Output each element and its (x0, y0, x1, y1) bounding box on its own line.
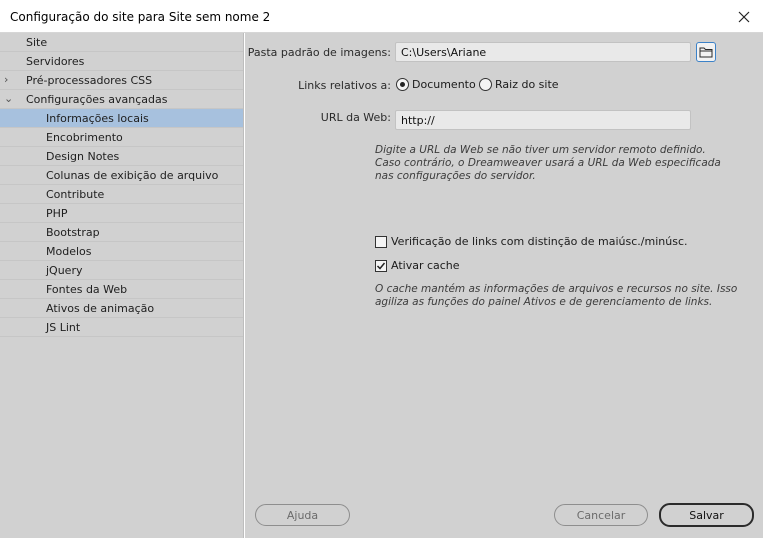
sidebar-item-label: Design Notes (46, 150, 120, 163)
sidebar-item-label: Ativos de animação (46, 302, 155, 315)
sidebar-item-label: jQuery (46, 264, 83, 277)
sidebar-item-label: Encobrimento (46, 131, 123, 144)
sidebar-item-animation-assets[interactable]: Ativos de animação (0, 299, 243, 318)
sidebar-item-templates[interactable]: Modelos (0, 242, 243, 261)
chevron-right-icon[interactable]: › (4, 74, 14, 86)
browse-folder-button[interactable] (696, 42, 716, 62)
sidebar-item-js-lint[interactable]: JS Lint (0, 318, 243, 337)
save-button[interactable]: Salvar (659, 503, 754, 527)
sidebar-item-file-view-columns[interactable]: Colunas de exibição de arquivo (0, 166, 243, 185)
sidebar-item-advanced-settings[interactable]: ⌄ Configurações avançadas (0, 90, 243, 109)
title-bar: Configuração do site para Site sem nome … (0, 0, 763, 33)
case-sensitive-checkbox-label: Verificação de links com distinção de ma… (391, 235, 688, 248)
enable-cache-checkbox[interactable]: Ativar cache (375, 259, 460, 272)
sidebar-item-label: JS Lint (46, 321, 81, 334)
sidebar-item-label: Contribute (46, 188, 105, 201)
sidebar-item-label: Colunas de exibição de arquivo (46, 169, 219, 182)
enable-cache-checkbox-label: Ativar cache (391, 259, 460, 272)
radio-document[interactable]: Documento (396, 78, 476, 91)
sidebar-item-label: Informações locais (46, 112, 149, 125)
cancel-button[interactable]: Cancelar (554, 504, 648, 526)
close-icon (738, 11, 750, 22)
sidebar-item-css-preprocessors[interactable]: › Pré-processadores CSS (0, 71, 243, 90)
web-url-hint-line: Digite a URL da Web se não tiver um serv… (375, 144, 706, 156)
sidebar-item-local-info[interactable]: Informações locais (0, 109, 243, 128)
radio-site-root[interactable]: Raiz do site (479, 78, 559, 91)
sidebar-item-label: Fontes da Web (46, 283, 128, 296)
radio-document-control[interactable] (396, 78, 409, 91)
radio-site-root-control[interactable] (479, 78, 492, 91)
help-button[interactable]: Ajuda (255, 504, 350, 526)
web-url-hint-line: nas configurações do servidor. (375, 170, 536, 182)
radio-document-label: Documento (412, 78, 476, 91)
relative-links-label: Links relativos a: (298, 79, 391, 92)
sidebar-item-label: Configurações avançadas (26, 93, 168, 106)
image-folder-label: Pasta padrão de imagens: (247, 46, 391, 59)
cache-hint-line: agiliza as funções do painel Ativos e de… (375, 296, 713, 308)
sidebar-item-servers[interactable]: Servidores (0, 52, 243, 71)
sidebar-item-label: Site (26, 36, 48, 49)
sidebar-item-design-notes[interactable]: Design Notes (0, 147, 243, 166)
sidebar-item-bootstrap[interactable]: Bootstrap (0, 223, 243, 242)
folder-icon (699, 47, 713, 58)
checkmark-icon (376, 262, 386, 270)
sidebar-item-label: Pré-processadores CSS (26, 74, 153, 87)
case-sensitive-checkbox-box[interactable] (375, 235, 387, 248)
category-sidebar: Site Servidores › Pré-processadores CSS … (0, 33, 244, 538)
sidebar-item-php[interactable]: PHP (0, 204, 243, 223)
web-url-hint: Digite a URL da Web se não tiver um serv… (375, 144, 721, 183)
sidebar-item-label: PHP (46, 207, 68, 220)
cache-hint-line: O cache mantém as informações de arquivo… (375, 283, 738, 295)
cache-hint: O cache mantém as informações de arquivo… (375, 283, 737, 309)
window-title: Configuração do site para Site sem nome … (10, 10, 271, 24)
settings-panel: Pasta padrão de imagens: Links relativos… (245, 33, 763, 538)
web-url-label: URL da Web: (320, 111, 391, 124)
case-sensitive-links-checkbox[interactable]: Verificação de links com distinção de ma… (375, 235, 688, 248)
sidebar-item-label: Bootstrap (46, 226, 100, 239)
sidebar-item-contribute[interactable]: Contribute (0, 185, 243, 204)
sidebar-item-jquery[interactable]: jQuery (0, 261, 243, 280)
radio-site-root-label: Raiz do site (495, 78, 559, 91)
chevron-down-icon[interactable]: ⌄ (4, 93, 14, 105)
sidebar-item-label: Modelos (46, 245, 92, 258)
close-button[interactable] (725, 0, 763, 33)
image-folder-input[interactable] (395, 42, 691, 62)
web-url-input[interactable] (395, 110, 691, 130)
sidebar-item-site[interactable]: Site (0, 33, 243, 52)
sidebar-item-web-fonts[interactable]: Fontes da Web (0, 280, 243, 299)
sidebar-item-label: Servidores (26, 55, 85, 68)
enable-cache-checkbox-box[interactable] (375, 259, 387, 272)
web-url-hint-line: Caso contrário, o Dreamweaver usará a UR… (375, 157, 721, 169)
sidebar-item-cloaking[interactable]: Encobrimento (0, 128, 243, 147)
